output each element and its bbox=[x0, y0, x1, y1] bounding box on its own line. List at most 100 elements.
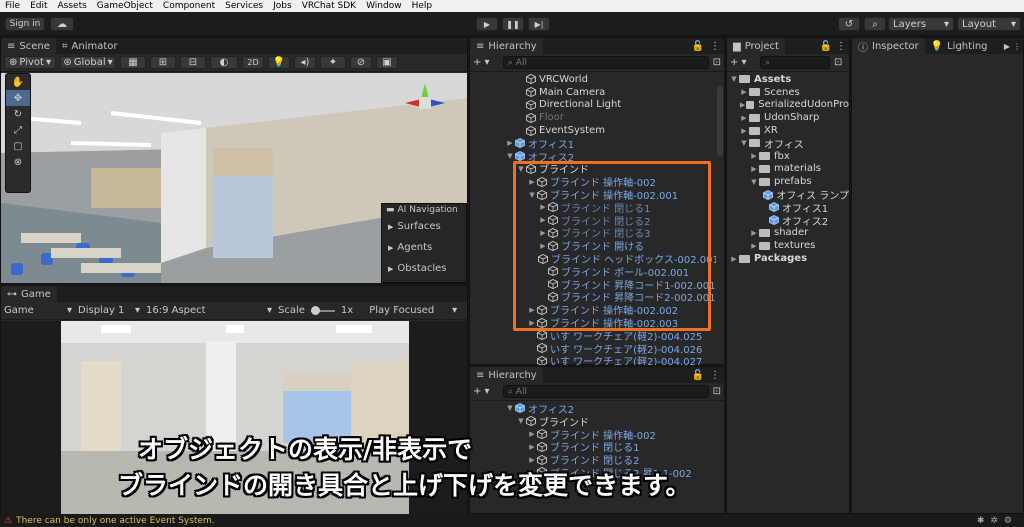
play-button[interactable]: ▶ bbox=[476, 17, 498, 31]
project-tree-item[interactable]: ▼ Assets bbox=[727, 73, 849, 86]
tab-animator[interactable]: ⌗ Animator bbox=[56, 38, 124, 54]
menu-item-jobs[interactable]: Jobs bbox=[268, 1, 297, 11]
2d-toggle[interactable]: 2D bbox=[242, 56, 264, 69]
expand-right-icon[interactable]: ▶ bbox=[739, 114, 749, 122]
more-menu-icon[interactable]: ⋮ bbox=[836, 41, 846, 52]
layout-dropdown[interactable]: Layout ▾ bbox=[957, 17, 1021, 31]
grid-snap-icon[interactable]: ▦ bbox=[120, 56, 146, 69]
hierarchy-row[interactable]: ▼ オフィス2 bbox=[470, 402, 716, 416]
hierarchy-row[interactable]: VRCWorld bbox=[470, 73, 716, 86]
tab-inspector[interactable]: ⓘ Inspector bbox=[852, 38, 925, 54]
cloud-icon[interactable]: ☁ bbox=[50, 17, 74, 31]
more-menu-icon[interactable]: ⋮ bbox=[710, 41, 720, 52]
layers-dropdown[interactable]: Layers ▾ bbox=[888, 17, 954, 31]
project-tree-item[interactable]: ▼ オフィス bbox=[727, 137, 849, 151]
audio-icon[interactable]: ◂) bbox=[294, 56, 316, 69]
menu-item-services[interactable]: Services bbox=[220, 1, 268, 11]
tab-scroll-icon[interactable]: ▶ bbox=[1004, 42, 1010, 51]
hierarchy-row[interactable]: いす ワークチェア(軽2)-004.027 bbox=[470, 355, 716, 365]
project-search-input[interactable]: ⌕ bbox=[760, 56, 830, 69]
project-tree-item[interactable]: ▶ fbx bbox=[727, 150, 849, 163]
menu-item-window[interactable]: Window bbox=[361, 1, 407, 11]
hand-tool-icon[interactable]: ✋ bbox=[6, 74, 30, 90]
scale-slider-thumb[interactable] bbox=[310, 305, 320, 315]
project-tree-item[interactable]: ▶ Packages bbox=[727, 252, 849, 265]
menu-item-vrchat-sdk[interactable]: VRChat SDK bbox=[297, 1, 361, 11]
project-tree-item[interactable]: オフィス2 bbox=[727, 214, 849, 228]
display-dropdown[interactable]: Display 1 ▾ bbox=[78, 305, 140, 316]
scene-viewport[interactable]: ✋ ✥ ↻ ⤢ ▢ ⊗ ▬ AI Navigation ▶ Surfaces ▶ Ag… bbox=[1, 73, 467, 283]
expand-right-icon[interactable]: ▶ bbox=[527, 443, 537, 451]
tab-project[interactable]: ▆ Project bbox=[727, 38, 785, 54]
visibility-icon[interactable]: ⊘ bbox=[350, 56, 372, 69]
scale-slider[interactable] bbox=[310, 305, 335, 315]
camera-icon[interactable]: ▣ bbox=[376, 56, 398, 69]
filter-icon[interactable]: ⊡ bbox=[834, 57, 842, 68]
project-tree-item[interactable]: ▶ UdonSharp bbox=[727, 111, 849, 124]
menu-item-gameobject[interactable]: GameObject bbox=[92, 1, 158, 11]
transform-tool-icon[interactable]: ⊗ bbox=[6, 154, 30, 170]
hierarchy-row[interactable]: EventSystem bbox=[470, 124, 716, 137]
add-object-button[interactable]: + ▾ bbox=[473, 386, 499, 397]
project-tree-item[interactable]: ▶ shader bbox=[727, 227, 849, 240]
filter-icon[interactable]: ⊡ bbox=[713, 57, 721, 68]
expand-down-icon[interactable]: ▼ bbox=[516, 417, 526, 425]
search-icon[interactable]: ⌕ bbox=[864, 17, 886, 31]
expand-right-icon[interactable]: ▶ bbox=[749, 242, 759, 250]
expand-right-icon[interactable]: ▶ bbox=[749, 152, 759, 160]
snap-increment-icon[interactable]: ⊞ bbox=[150, 56, 176, 69]
expand-down-icon[interactable]: ▼ bbox=[505, 404, 515, 412]
tab-hierarchy[interactable]: ≡ Hierarchy bbox=[470, 38, 543, 54]
tab-game[interactable]: ⊶ Game bbox=[1, 286, 57, 302]
hierarchy-scrollbar[interactable] bbox=[717, 86, 723, 156]
game-view-dropdown[interactable]: Game ▾ bbox=[4, 305, 72, 316]
ai-nav-item-obstacles[interactable]: ▶ Obstacles bbox=[382, 258, 466, 279]
hierarchy2-search-input[interactable]: ⌕ All bbox=[502, 385, 709, 398]
menu-item-file[interactable]: File bbox=[0, 1, 25, 11]
expand-right-icon[interactable]: ▶ bbox=[729, 255, 739, 263]
project-tree-item[interactable]: ▶ SerializedUdonPro bbox=[727, 99, 849, 112]
project-tree-item[interactable]: ▶ materials bbox=[727, 163, 849, 176]
light-icon[interactable]: 💡 bbox=[268, 56, 290, 69]
project-tree-item[interactable]: ▶ Scenes bbox=[727, 86, 849, 99]
orientation-gizmo[interactable] bbox=[401, 79, 449, 127]
project-tree-item[interactable]: ▶ textures bbox=[727, 239, 849, 252]
bug-icon[interactable]: ✱ bbox=[977, 516, 991, 526]
create-asset-button[interactable]: + ▾ bbox=[730, 57, 756, 68]
move-tool-icon[interactable]: ✥ bbox=[6, 90, 30, 106]
settings-icon[interactable]: ⚙ bbox=[1004, 516, 1018, 526]
pause-button[interactable]: ❚❚ bbox=[502, 17, 524, 31]
scale-tool-icon[interactable]: ⤢ bbox=[6, 122, 30, 138]
more-menu-icon[interactable]: ⋮ bbox=[1013, 42, 1021, 51]
align-icon[interactable]: ⊟ bbox=[180, 56, 206, 69]
ai-nav-item-agents[interactable]: ▶ Agents bbox=[382, 237, 466, 258]
status-message[interactable]: There can be only one active Event Syste… bbox=[16, 516, 215, 526]
effects-icon[interactable]: ✦ bbox=[320, 56, 346, 69]
sign-in-button[interactable]: Sign in bbox=[5, 17, 45, 31]
expand-right-icon[interactable]: ▶ bbox=[527, 456, 537, 464]
menu-item-component[interactable]: Component bbox=[158, 1, 220, 11]
expand-down-icon[interactable]: ▼ bbox=[729, 75, 739, 83]
expand-right-icon[interactable]: ▶ bbox=[749, 229, 759, 237]
expand-right-icon[interactable]: ▶ bbox=[505, 139, 515, 147]
add-object-button[interactable]: + ▾ bbox=[473, 57, 499, 68]
rotate-tool-icon[interactable]: ↻ bbox=[6, 106, 30, 122]
expand-down-icon[interactable]: ▼ bbox=[749, 178, 759, 186]
expand-right-icon[interactable]: ▶ bbox=[527, 430, 537, 438]
lock-icon[interactable]: 🔓 bbox=[820, 41, 832, 52]
rect-tool-icon[interactable]: ▢ bbox=[6, 138, 30, 154]
expand-down-icon[interactable]: ▼ bbox=[739, 139, 749, 147]
lock-icon[interactable]: 🔓 bbox=[692, 370, 704, 381]
pivot-dropdown[interactable]: ⊕ Pivot ▾ bbox=[4, 56, 56, 69]
lock-icon[interactable]: 🔓 bbox=[692, 41, 704, 52]
expand-right-icon[interactable]: ▶ bbox=[739, 127, 749, 135]
tab-hierarchy-2[interactable]: ≡ Hierarchy bbox=[470, 367, 543, 383]
hierarchy-row[interactable]: ▶ オフィス1 bbox=[470, 137, 716, 151]
ai-nav-item-surfaces[interactable]: ▶ Surfaces bbox=[382, 216, 466, 237]
step-button[interactable]: ▶| bbox=[528, 17, 550, 31]
drag-handle-icon[interactable]: ▬ bbox=[386, 205, 395, 215]
expand-down-icon[interactable]: ▼ bbox=[505, 152, 515, 160]
network-icon[interactable]: ✲ bbox=[990, 516, 1004, 526]
play-mode-dropdown[interactable]: Play Focused ▾ bbox=[369, 305, 457, 316]
menu-item-edit[interactable]: Edit bbox=[25, 1, 52, 11]
